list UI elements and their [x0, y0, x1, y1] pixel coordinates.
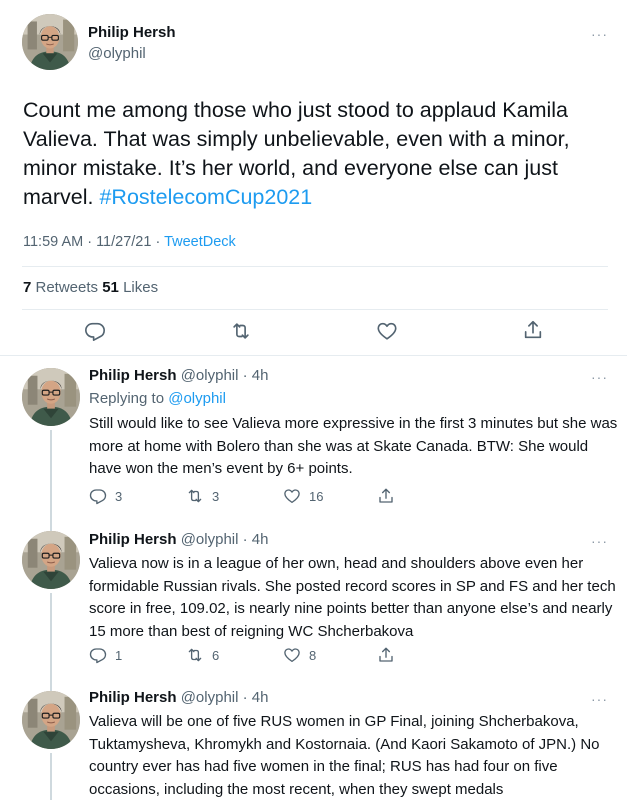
more-icon[interactable]: ···	[591, 534, 608, 548]
retweet-icon	[186, 487, 204, 505]
retweet-count: 6	[212, 647, 220, 663]
hashtag-link[interactable]: #RostelecomCup2021	[99, 185, 312, 209]
like-icon[interactable]	[376, 320, 398, 342]
reply-text: Valieva will be one of five RUS women in…	[89, 713, 600, 798]
retweet-button[interactable]: 6	[186, 646, 219, 664]
retweet-button[interactable]: 3	[186, 487, 219, 505]
reply-header: Philip Hersh @olyphil · 4h	[89, 689, 268, 706]
reply-icon	[89, 487, 107, 505]
retweet-count: 3	[212, 488, 220, 504]
author-handle[interactable]: @olyphil · 4h	[177, 689, 269, 706]
divider	[22, 266, 608, 267]
author-handle[interactable]: @olyphil · 4h	[177, 367, 269, 384]
author-name[interactable]: Philip Hersh	[89, 367, 177, 384]
thread-line	[50, 430, 52, 530]
tweet-time[interactable]: 11:59 AM · 11/27/21 ·	[23, 234, 164, 250]
avatar[interactable]	[22, 691, 80, 749]
like-icon	[283, 487, 301, 505]
reply-text: Still would like to see Valieva more exp…	[89, 415, 618, 477]
more-icon[interactable]: ···	[591, 370, 608, 384]
like-button[interactable]: 16	[283, 487, 323, 505]
tweet-actions	[0, 318, 627, 348]
like-count: 16	[309, 488, 324, 504]
reply-button[interactable]: 1	[89, 646, 122, 664]
reply-button[interactable]: 3	[89, 487, 122, 505]
author-name[interactable]: Philip Hersh	[89, 689, 177, 706]
author-handle[interactable]: @olyphil	[88, 45, 146, 62]
author-name[interactable]: Philip Hersh	[89, 531, 177, 548]
mention-link[interactable]: @olyphil	[168, 390, 226, 407]
share-button[interactable]	[377, 646, 395, 664]
avatar[interactable]	[22, 368, 80, 426]
likes-stat[interactable]: 51 Likes	[102, 279, 158, 296]
reply-header: Philip Hersh @olyphil · 4h	[89, 531, 268, 548]
reply-tweet[interactable]: Philip Hersh @olyphil · 4h ··· Valieva w…	[0, 683, 627, 800]
retweet-icon[interactable]	[230, 320, 252, 342]
author-name[interactable]: Philip Hersh	[88, 24, 176, 41]
share-icon	[377, 646, 395, 664]
divider	[22, 309, 608, 310]
retweets-stat[interactable]: 7 Retweets	[23, 279, 102, 296]
reply-tweet[interactable]: Philip Hersh @olyphil · 4h ··· Replying …	[0, 356, 627, 530]
avatar[interactable]	[22, 531, 80, 589]
like-button[interactable]: 8	[283, 646, 316, 664]
like-icon	[283, 646, 301, 664]
share-icon[interactable]	[522, 319, 544, 341]
avatar[interactable]	[22, 14, 78, 70]
thread-line	[50, 521, 52, 531]
more-icon[interactable]: ···	[591, 27, 608, 41]
reply-count: 1	[115, 647, 123, 663]
replying-to: Replying to @olyphil	[89, 390, 226, 407]
engagement-stats: 7 Retweets 51 Likes	[23, 279, 158, 296]
likes-count: 51	[102, 279, 119, 296]
share-icon	[377, 487, 395, 505]
thread-line	[50, 683, 52, 691]
reply-header: Philip Hersh @olyphil · 4h	[89, 367, 268, 384]
likes-label: Likes	[118, 279, 159, 296]
retweets-label: Retweets	[31, 279, 103, 296]
like-count: 8	[309, 647, 317, 663]
reply-count: 3	[115, 488, 123, 504]
retweet-icon	[186, 646, 204, 664]
more-icon[interactable]: ···	[591, 692, 608, 706]
reply-text: Valieva now is in a league of her own, h…	[89, 555, 616, 640]
thread-line	[50, 593, 52, 693]
reply-icon	[89, 646, 107, 664]
reply-tweet[interactable]: Philip Hersh @olyphil · 4h ··· Valieva n…	[0, 521, 627, 693]
replying-label: Replying to	[89, 390, 169, 407]
tweet-text: Count me among those who just stood to a…	[23, 96, 608, 212]
tweet-timestamp: 11:59 AM · 11/27/21 · TweetDeck	[23, 234, 236, 250]
thread-line	[50, 753, 52, 800]
reply-actions: 3 3 16	[89, 487, 609, 507]
author-handle[interactable]: @olyphil · 4h	[177, 531, 269, 548]
tweet-source[interactable]: TweetDeck	[164, 234, 236, 250]
share-button[interactable]	[377, 487, 395, 505]
reply-actions: 1 6 8	[89, 646, 609, 666]
reply-icon[interactable]	[84, 320, 106, 342]
